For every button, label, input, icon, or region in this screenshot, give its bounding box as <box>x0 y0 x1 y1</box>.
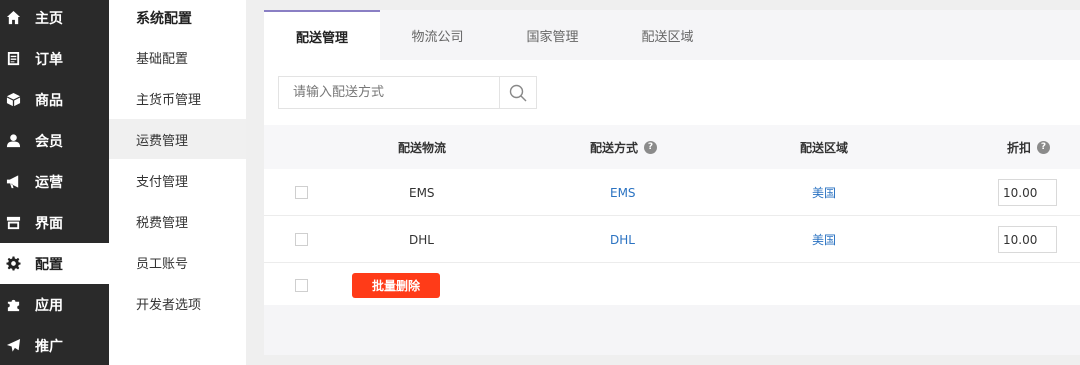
main-panel: 配送管理 物流公司 国家管理 配送区域 配送物流 配送方式 ? 配送区域 折扣 … <box>264 10 1080 355</box>
nav-item-config[interactable]: 配置 <box>0 243 109 284</box>
subnav-item-basic-config[interactable]: 基础配置 <box>109 37 246 77</box>
puzzle-icon <box>5 297 21 313</box>
box-icon <box>5 92 21 108</box>
discount-input[interactable] <box>998 179 1057 206</box>
tab-logistics-companies[interactable]: 物流公司 <box>380 10 495 60</box>
row-checkbox[interactable] <box>295 186 308 199</box>
subnav-title: 系统配置 <box>136 11 192 27</box>
cell-method-link[interactable]: EMS <box>610 169 636 216</box>
nav-label: 配置 <box>35 256 63 273</box>
nav-item-products[interactable]: 商品 <box>0 79 109 120</box>
nav-label: 应用 <box>35 297 63 314</box>
nav-item-apps[interactable]: 应用 <box>0 284 109 325</box>
home-icon <box>5 10 21 26</box>
tab-bar: 配送管理 物流公司 国家管理 配送区域 <box>264 10 1080 60</box>
nav-label: 主页 <box>35 10 63 27</box>
nav-label: 推广 <box>35 338 63 355</box>
header-logistics: 配送物流 <box>398 140 447 155</box>
paper-plane-icon <box>5 338 21 354</box>
select-all-checkbox[interactable] <box>295 279 308 292</box>
nav-item-orders[interactable]: 订单 <box>0 38 109 79</box>
search-button[interactable] <box>499 77 536 108</box>
sub-nav: 系统配置 基础配置 主货币管理 运费管理 支付管理 税费管理 员工账号 开发者选… <box>109 0 246 365</box>
nav-item-interface[interactable]: 界面 <box>0 202 109 243</box>
gear-icon <box>5 256 21 272</box>
cell-method-link[interactable]: DHL <box>610 216 635 263</box>
megaphone-icon <box>5 174 21 190</box>
main-nav: 主页 订单 商品 会员 运营 界面 配置 应用 推广 <box>0 0 109 365</box>
table-row: DHL DHL 美国 <box>264 216 1080 263</box>
cell-logistics: EMS <box>409 185 435 200</box>
help-icon[interactable]: ? <box>644 140 658 154</box>
nav-item-promotion[interactable]: 推广 <box>0 325 109 365</box>
nav-item-operations[interactable]: 运营 <box>0 161 109 202</box>
nav-label: 会员 <box>35 133 63 150</box>
subnav-item-shipping-fees[interactable]: 运费管理 <box>109 119 246 159</box>
header-region: 配送区域 <box>800 140 849 155</box>
subnav-item-tax[interactable]: 税费管理 <box>109 201 246 241</box>
user-icon <box>5 133 21 149</box>
nav-label: 界面 <box>35 215 63 232</box>
tab-shipping-regions[interactable]: 配送区域 <box>610 10 725 60</box>
nav-item-members[interactable]: 会员 <box>0 120 109 161</box>
table-header: 配送物流 配送方式 ? 配送区域 折扣 ? <box>264 125 1080 169</box>
search-input[interactable] <box>279 77 499 108</box>
nav-item-home[interactable]: 主页 <box>0 0 109 38</box>
cell-region-link[interactable]: 美国 <box>812 169 836 216</box>
header-method-label: 配送方式 <box>590 140 639 155</box>
discount-input[interactable] <box>998 226 1057 253</box>
cell-region-link[interactable]: 美国 <box>812 216 836 263</box>
header-discount-label: 折扣 <box>1007 140 1032 155</box>
header-discount: 折扣 ? <box>1007 125 1051 169</box>
subnav-item-staff-accounts[interactable]: 员工账号 <box>109 242 246 282</box>
help-icon[interactable]: ? <box>1037 140 1051 154</box>
tab-country-management[interactable]: 国家管理 <box>495 10 610 60</box>
cell-logistics: DHL <box>409 232 434 247</box>
nav-label: 运营 <box>35 174 63 191</box>
search-box <box>278 76 537 109</box>
batch-delete-button[interactable]: 批量删除 <box>352 273 440 298</box>
row-checkbox[interactable] <box>295 233 308 246</box>
table-row: EMS EMS 美国 <box>264 169 1080 216</box>
header-method: 配送方式 ? <box>590 125 658 169</box>
nav-label: 商品 <box>35 92 63 109</box>
subnav-item-currency[interactable]: 主货币管理 <box>109 78 246 118</box>
subnav-item-payment[interactable]: 支付管理 <box>109 160 246 200</box>
subnav-item-developer-options[interactable]: 开发者选项 <box>109 283 246 323</box>
search-icon <box>509 84 527 101</box>
nav-label: 订单 <box>35 51 63 68</box>
layout-icon <box>5 215 21 231</box>
tab-shipping-management[interactable]: 配送管理 <box>264 10 380 60</box>
order-icon <box>5 51 21 67</box>
tab-content: 配送物流 配送方式 ? 配送区域 折扣 ? EMS EMS 美国 DHL DHL… <box>264 60 1080 305</box>
